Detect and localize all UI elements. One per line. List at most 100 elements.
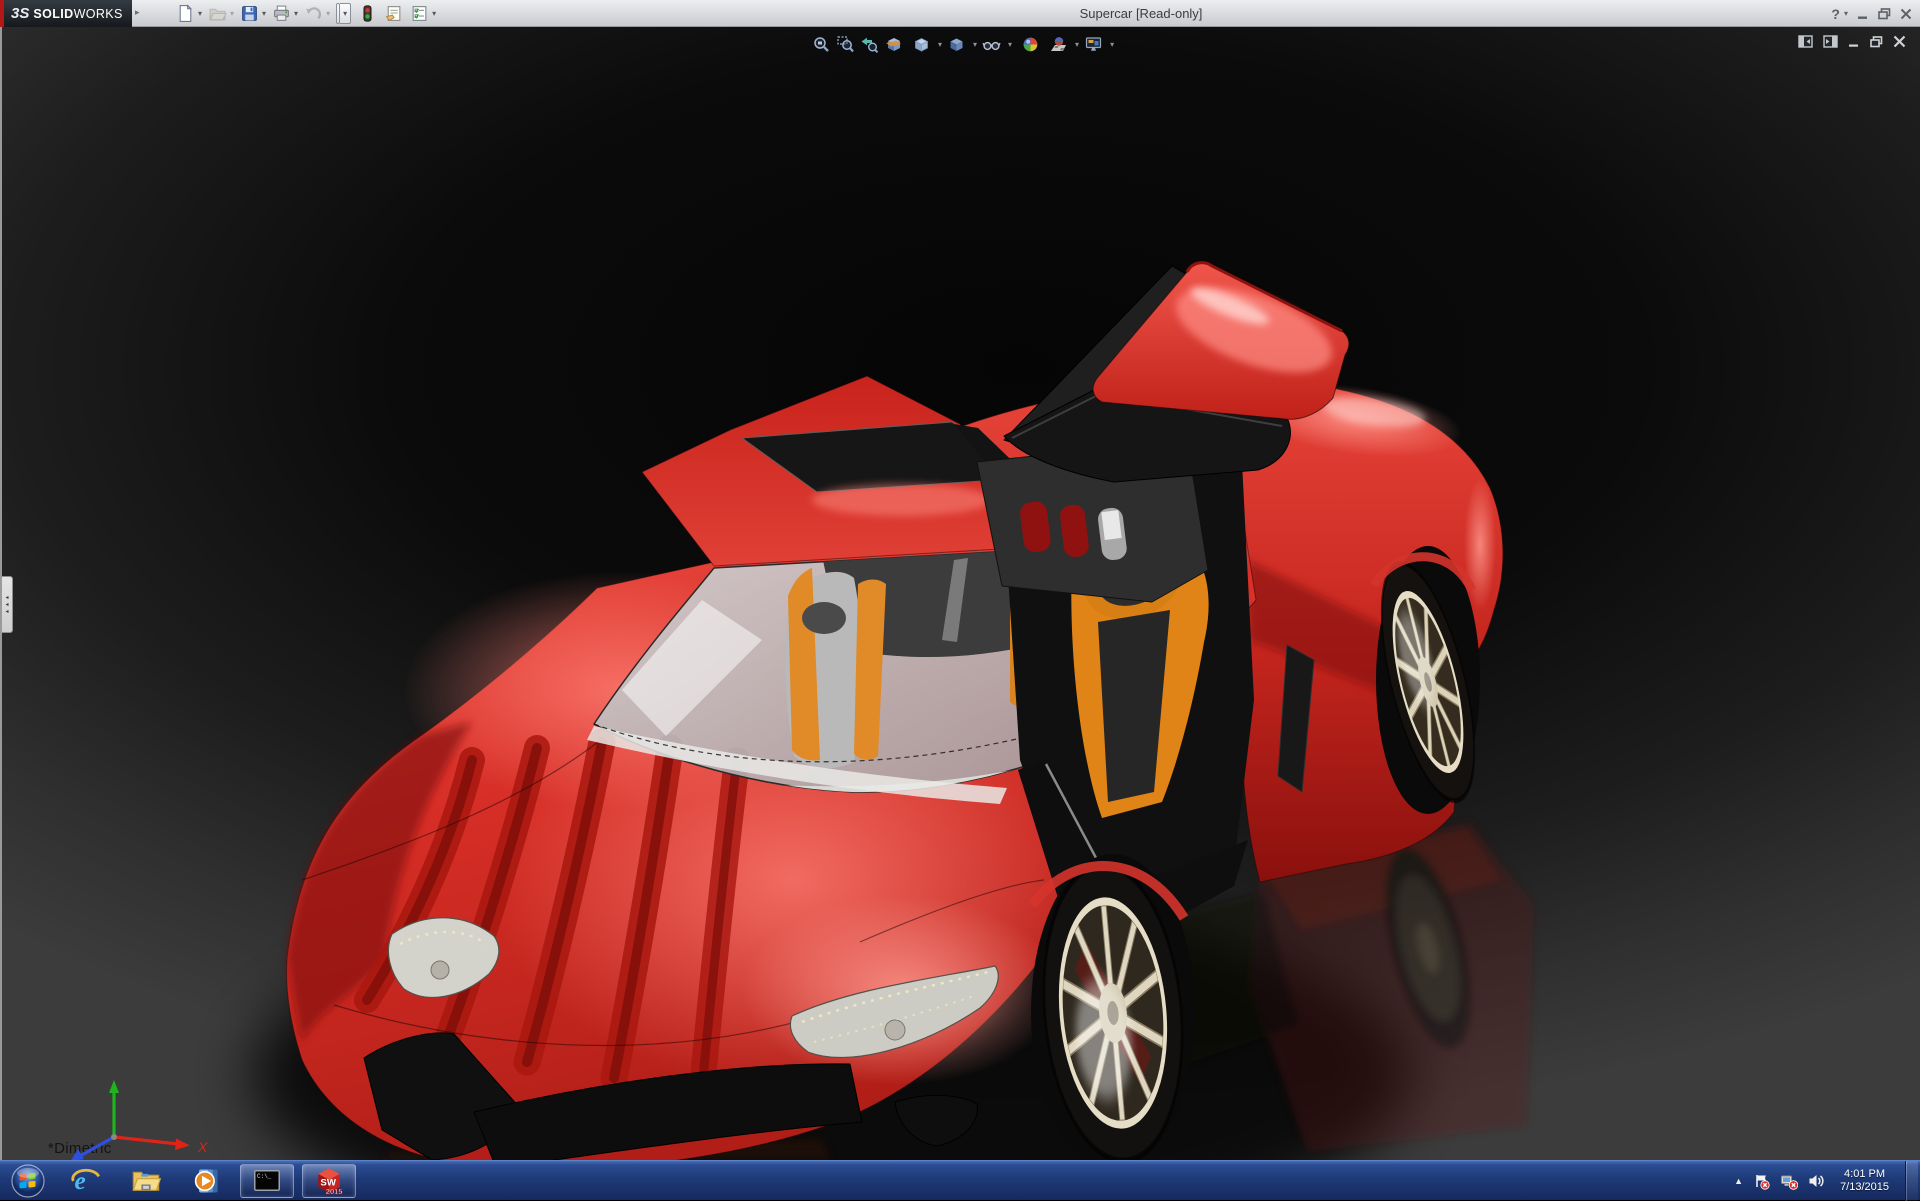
- apply-scene-icon: [1051, 36, 1067, 51]
- view-orientation-dropdown[interactable]: ▾: [938, 40, 942, 49]
- window-title: Supercar [Read-only]: [1079, 6, 1203, 21]
- section-view-icon: [886, 37, 901, 51]
- y-axis-arrow: [109, 1080, 119, 1093]
- view-settings-button[interactable]: [1084, 35, 1103, 54]
- section-view-button[interactable]: [884, 35, 903, 54]
- show-hidden-icons-button[interactable]: ▲: [1734, 1176, 1743, 1186]
- open-button[interactable]: [208, 4, 227, 23]
- taskbar-item-media-player[interactable]: [176, 1161, 236, 1201]
- folder-icon: [132, 1171, 161, 1191]
- taskbar-clock[interactable]: 4:01 PM 7/13/2015: [1840, 1168, 1889, 1194]
- apply-scene-button[interactable]: [1049, 35, 1068, 54]
- display-style-button[interactable]: [947, 35, 966, 54]
- view-settings-monitor-icon: [1085, 36, 1102, 51]
- taskbar-item-solidworks-2015[interactable]: SW 2015: [302, 1163, 356, 1198]
- new-dropdown[interactable]: ▾: [198, 9, 202, 18]
- zoom-to-area-button[interactable]: [836, 35, 855, 54]
- app-window-controls: ? ▾: [1831, 0, 1912, 27]
- clock-time: 4:01 PM: [1844, 1168, 1886, 1180]
- traffic-light-icon: [363, 5, 372, 22]
- dassault-3ds-icon: 3S: [11, 5, 30, 22]
- undo-button[interactable]: [304, 4, 323, 23]
- solidworks-cube-icon: SW 2015: [318, 1167, 343, 1196]
- standard-toolbar: ▾ ▾ ▾ ▾ ▾ ▾ ▾: [176, 3, 442, 24]
- collapse-arrow-icon: ◂: [5, 608, 9, 615]
- file-properties-button[interactable]: [384, 4, 403, 23]
- help-button[interactable]: ?: [1831, 6, 1840, 22]
- open-folder-icon: [209, 8, 227, 21]
- document-window-controls: [1798, 35, 1906, 48]
- pane-toggle-right-icon[interactable]: [1823, 35, 1838, 48]
- media-player-icon: [194, 1168, 218, 1193]
- windows-taskbar: e C:\_ SW 2015 ▲ 4:01 PM 7/13/2015: [0, 1160, 1920, 1201]
- menu-flyout-arrow-icon[interactable]: ▸: [135, 7, 140, 18]
- taskbar-item-internet-explorer[interactable]: e: [56, 1161, 116, 1201]
- undo-dropdown[interactable]: ▾: [326, 9, 330, 18]
- note-hand-icon: [385, 6, 401, 22]
- display-style-dropdown[interactable]: ▾: [973, 40, 977, 49]
- new-button[interactable]: [176, 4, 195, 23]
- show-desktop-button[interactable]: [1905, 1161, 1918, 1201]
- new-document-icon: [179, 4, 193, 22]
- display-style-icon: [950, 38, 963, 51]
- pane-toggle-left-icon[interactable]: [1798, 35, 1813, 48]
- doc-restore-icon[interactable]: [1870, 35, 1883, 48]
- options-dropdown[interactable]: ▾: [432, 9, 436, 18]
- graphics-viewport[interactable]: ▾ ▾ ▾ ▾ ▾ ◂ ◂ ◂ *Dimetric X: [0, 27, 1920, 1160]
- eyeglasses-icon: [982, 41, 1001, 50]
- doc-minimize-icon[interactable]: [1848, 36, 1860, 48]
- prompt-text: C:\_: [257, 1173, 272, 1180]
- minimize-icon[interactable]: [1857, 8, 1869, 20]
- collapse-arrow-icon: ◂: [5, 601, 9, 608]
- undo-arrow-icon: [306, 7, 322, 20]
- edit-appearance-button[interactable]: [1021, 35, 1040, 54]
- options-button[interactable]: [410, 4, 429, 23]
- save-dropdown[interactable]: ▾: [262, 9, 266, 18]
- save-floppy-icon: [242, 6, 257, 21]
- close-icon[interactable]: [1900, 8, 1912, 20]
- help-dropdown[interactable]: ▾: [1844, 9, 1848, 18]
- view-cube-icon: [914, 37, 929, 52]
- previous-view-icon: [861, 37, 879, 53]
- x-axis-arrow: [175, 1138, 190, 1150]
- brand-works: WORKS: [73, 6, 123, 21]
- doc-close-icon[interactable]: [1893, 35, 1906, 48]
- windows-start-orb: [11, 1163, 45, 1198]
- collapse-arrow-icon: ◂: [5, 594, 9, 601]
- view-orientation-button[interactable]: [912, 35, 931, 54]
- volume-icon[interactable]: [1808, 1173, 1826, 1189]
- appearance-sphere-icon: [1023, 37, 1038, 51]
- restore-icon[interactable]: [1878, 7, 1891, 20]
- brand-solid: SOLID: [33, 6, 74, 21]
- hide-show-items-button[interactable]: [982, 35, 1001, 54]
- previous-view-button[interactable]: [860, 35, 879, 54]
- taskbar-item-windows-explorer[interactable]: [116, 1161, 176, 1201]
- rebuild-button[interactable]: [358, 4, 377, 23]
- select-dropdown[interactable]: ▾: [340, 3, 352, 24]
- save-button[interactable]: [240, 4, 259, 23]
- taskbar-item-command-prompt[interactable]: C:\_: [240, 1163, 294, 1198]
- hide-show-items-dropdown[interactable]: ▾: [1008, 40, 1012, 49]
- action-center-flag-icon[interactable]: [1753, 1173, 1770, 1190]
- options-checklist-icon: [412, 6, 427, 21]
- titlebar: 3S SOLID WORKS ▸ ▾ ▾ ▾ ▾ ▾ ▾ ▾ Supercar […: [0, 0, 1920, 27]
- solidworks-logo: 3S SOLID WORKS: [4, 0, 132, 27]
- headsup-view-toolbar: ▾ ▾ ▾ ▾ ▾: [812, 33, 1119, 55]
- start-button[interactable]: [0, 1161, 56, 1201]
- zoom-to-fit-button[interactable]: [812, 35, 831, 54]
- viewport-3d-scene[interactable]: [2, 27, 1920, 1160]
- apply-scene-dropdown[interactable]: ▾: [1075, 40, 1079, 49]
- command-prompt-icon: C:\_: [254, 1169, 280, 1191]
- x-axis-label: X: [197, 1139, 208, 1155]
- featuremanager-collapsed-tab[interactable]: ◂ ◂ ◂: [2, 576, 13, 633]
- printer-icon: [274, 5, 289, 21]
- sw-year: 2015: [326, 1186, 343, 1195]
- reference-triad[interactable]: X: [60, 1075, 220, 1160]
- print-button[interactable]: [272, 4, 291, 23]
- print-dropdown[interactable]: ▾: [294, 9, 298, 18]
- view-settings-dropdown[interactable]: ▾: [1110, 40, 1114, 49]
- system-tray: ▲ 4:01 PM 7/13/2015: [1734, 1161, 1920, 1201]
- open-dropdown[interactable]: ▾: [230, 9, 234, 18]
- ie-icon: e: [71, 1167, 100, 1195]
- network-error-icon[interactable]: [1780, 1173, 1799, 1190]
